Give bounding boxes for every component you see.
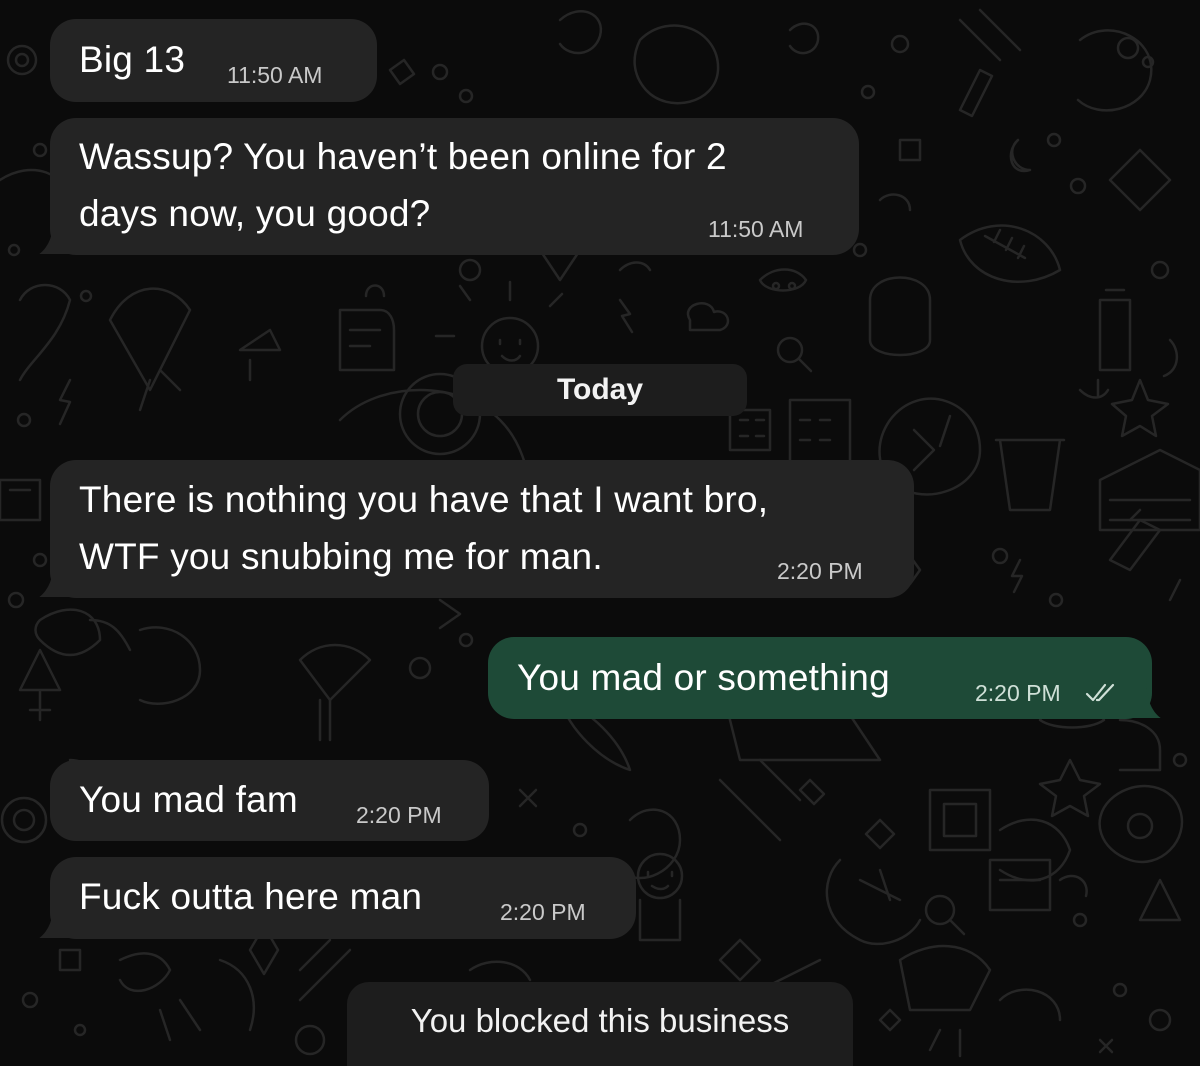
message-text: Big 13 <box>79 39 186 80</box>
message-time: 2:20 PM <box>777 558 863 584</box>
message-text: Fuck outta here man <box>79 876 423 917</box>
message-time: 2:20 PM <box>500 899 586 925</box>
message-time: 11:50 AM <box>227 62 323 88</box>
message-text: Wassup? You haven’t been online for 2 <box>79 136 727 177</box>
incoming-message[interactable]: You mad fam 2:20 PM <box>50 760 489 841</box>
double-check-icon <box>1085 683 1115 702</box>
bubble-tail <box>39 898 74 938</box>
incoming-message[interactable]: Big 13 11:50 AM <box>50 19 377 102</box>
incoming-message[interactable]: Wassup? You haven’t been online for 2 da… <box>50 118 859 255</box>
chat-thread[interactable]: Big 13 11:50 AM Wassup? You haven’t been… <box>0 0 1200 1066</box>
bubble-tail <box>39 214 74 254</box>
message-text: You mad fam <box>79 779 298 820</box>
message-text: days now, you good? <box>79 193 431 234</box>
message-text: You mad or something <box>517 657 890 698</box>
message-time: 2:20 PM <box>975 680 1061 706</box>
date-separator: Today <box>453 364 747 416</box>
outgoing-message[interactable]: You mad or something 2:20 PM <box>488 637 1152 719</box>
bubble-tail <box>1126 678 1161 718</box>
message-text: There is nothing you have that I want br… <box>79 479 769 520</box>
message-text: WTF you snubbing me for man. <box>79 536 603 577</box>
incoming-message[interactable]: There is nothing you have that I want br… <box>50 460 914 598</box>
bubble-tail <box>39 557 74 597</box>
incoming-message[interactable]: Fuck outta here man 2:20 PM <box>50 857 636 939</box>
message-time: 11:50 AM <box>708 216 804 242</box>
blocked-notice: You blocked this business <box>347 982 853 1066</box>
message-time: 2:20 PM <box>356 802 442 828</box>
